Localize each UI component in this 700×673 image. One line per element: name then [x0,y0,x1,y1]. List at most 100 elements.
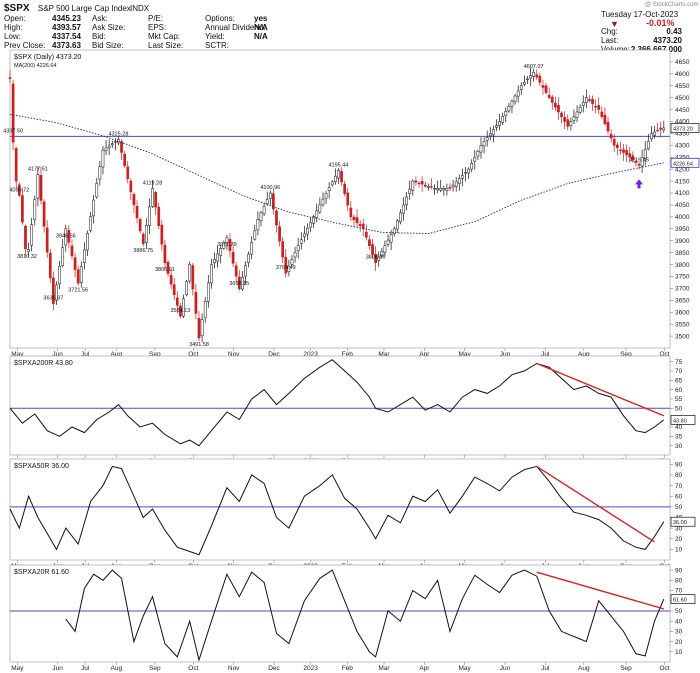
price-annotation: 3911.79 [217,242,236,248]
ma-price-label: 4226.64 [673,161,693,167]
candle-body [135,206,139,219]
y-tick-label: 90 [675,567,683,574]
candle-body [423,184,427,187]
candle-body [290,259,294,265]
price-annotation: 4607.07 [524,64,544,70]
candle-body [114,141,117,143]
candle-body [39,174,43,201]
candle-body [535,74,539,78]
candle-body [355,217,359,224]
candle-body [498,121,501,126]
candle-body [83,249,86,263]
candle-body [14,148,18,182]
candle-body [253,230,257,240]
candle-body [303,233,306,237]
price-annotation: 3946.56 [56,234,76,240]
x-tick-label: Sep [149,665,161,672]
candle-body [268,192,272,199]
candle-body [361,223,365,230]
y-tick-label: 60 [675,493,683,500]
candle-body [163,244,167,264]
candle-body [321,198,325,205]
candle-body [609,134,613,139]
candle-body [371,244,374,255]
panel-title: $SPX (Daily) 4373.20 [14,54,81,61]
y-tick-label: 50 [675,608,683,615]
candle-body [247,253,250,263]
candle-body [86,233,89,251]
y-tick-label: 55 [675,396,683,403]
candle-body [259,212,263,222]
candle-body [485,137,489,141]
candle-body [529,75,532,79]
price-annotation: 4100.96 [260,185,280,191]
candle-body [606,122,610,132]
candle-body [210,264,213,284]
price-annotation: 3806.91 [155,267,175,273]
candle-body [479,145,483,153]
price-annotation: 3886.75 [133,248,153,254]
candle-body [337,170,340,179]
candle-body [42,201,46,227]
price-annotation: 3698.15 [229,281,249,287]
candle-body [464,172,467,174]
candle-body [622,149,625,153]
candle-body [615,144,619,148]
last-price-label: 4373.20 [673,126,693,132]
candle-body [151,188,154,207]
price-annotation: 3764.49 [276,265,296,271]
candle-body [175,297,179,306]
y-tick-label: 75 [675,359,683,366]
candle-body [197,317,201,339]
candle-body [101,149,105,168]
x-tick-label: Oct [659,665,669,672]
y-tick-label: 4000 [675,214,690,221]
candle-body [185,281,188,296]
candle-body [256,219,260,231]
y-tick-label: 3600 [675,309,690,316]
candle-body [612,138,616,146]
y-tick-label: 4050 [675,202,690,209]
candle-body [445,188,449,192]
y-tick-label: 3950 [675,226,690,233]
candle-body [200,319,204,337]
price-annotation: 3491.58 [189,342,209,348]
y-tick-label: 4550 [675,83,690,90]
ma-legend: MA(200) 4226.64 [14,63,57,69]
y-tick-label: 3500 [675,333,690,340]
candle-body [73,257,77,270]
y-tick-label: 65 [675,377,683,384]
last-value-label: 61.60 [673,598,687,604]
candle-body [414,180,418,183]
candle-body [581,102,585,106]
price-annotation: 4216.45 [629,157,649,163]
y-tick-label: 50 [675,406,683,413]
y-tick-label: 70 [675,588,683,595]
y-tick-label: 3850 [675,250,690,257]
candle-body [281,241,285,258]
x-tick-label: Aug [578,665,590,672]
price-annotation: 3636.87 [43,295,63,301]
x-tick-label: Jul [541,665,550,672]
candle-body [191,265,195,290]
candle-body [144,225,148,243]
price-annotation: 3808.86 [366,254,386,260]
candle-body [619,149,622,151]
candle-body [262,205,266,214]
candle-body [519,85,523,90]
candle-body [368,239,371,246]
candle-body [603,114,607,125]
y-tick-label: 4300 [675,143,690,150]
candle-body [98,166,102,180]
price-annotation: 4195.44 [329,162,349,168]
candle-body [306,227,309,235]
y-tick-label: 4150 [675,178,690,185]
candle-body [594,106,597,108]
candle-body [92,199,96,217]
x-tick-label: 2023 [303,665,318,672]
candle-body [588,99,591,101]
candle-body [383,245,387,253]
candle-body [129,180,133,193]
candle-body [399,212,402,223]
candle-body [461,175,464,179]
